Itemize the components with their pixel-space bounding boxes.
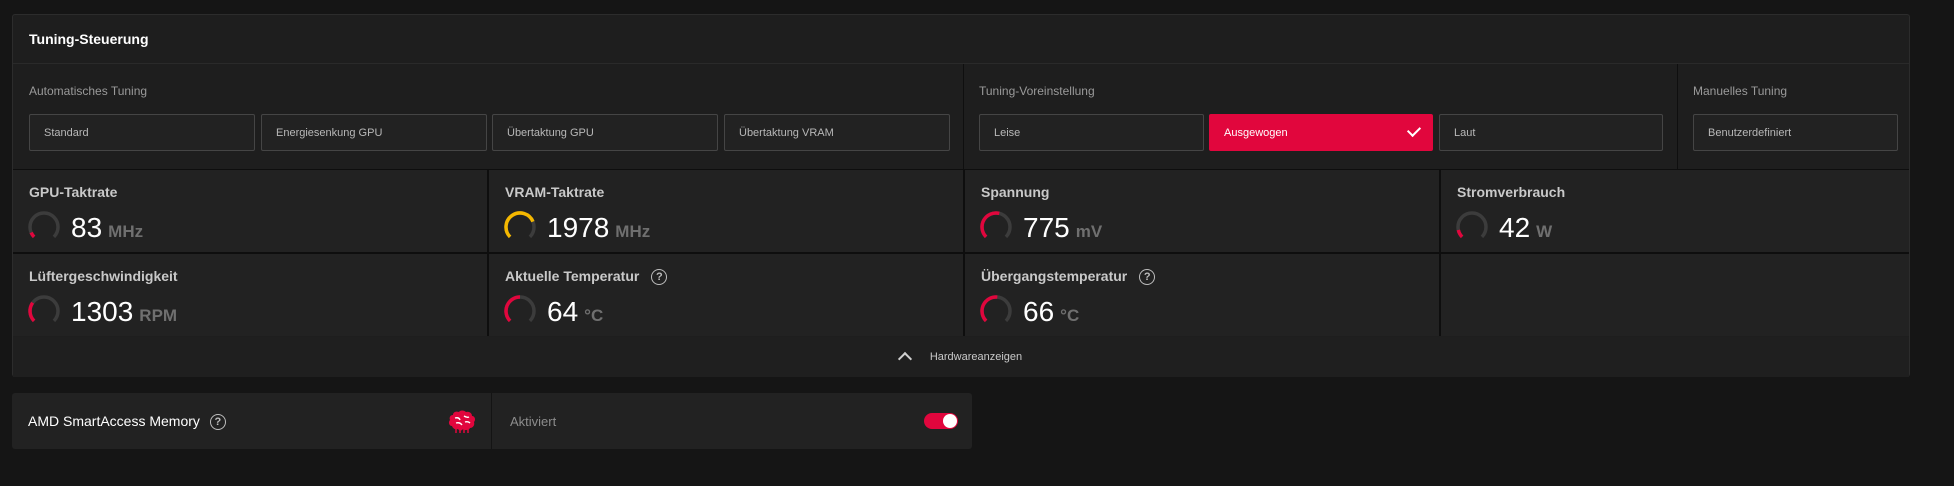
preset-balanced-label: Ausgewogen <box>1224 126 1288 139</box>
gauge-track <box>28 211 60 239</box>
preset-loud-button[interactable]: Laut <box>1439 114 1663 151</box>
auto-tuning-vram-overclock-button[interactable]: Übertaktung VRAM <box>724 114 950 151</box>
metric-label: Lüftergeschwindigkeit <box>29 268 178 284</box>
auto-tuning-power-save-button[interactable]: Energiesenkung GPU <box>261 114 487 151</box>
panel-title: Tuning-Steuerung <box>29 31 149 47</box>
checkmark-icon <box>1406 122 1422 138</box>
metric-label: Übergangstemperatur? <box>981 268 1156 286</box>
gauge-icon <box>504 295 536 323</box>
preset-label: Tuning-Voreinstellung <box>979 84 1095 98</box>
metric-value: 64 °C <box>547 296 604 327</box>
tuning-control-panel: Tuning-Steuerung Automatisches Tuning Tu… <box>12 14 1910 377</box>
smartaccess-memory-title: AMD SmartAccess Memory? <box>28 413 226 431</box>
gauge-icon <box>28 295 60 323</box>
divider <box>13 63 1909 64</box>
toggle-knob <box>943 414 957 428</box>
gauge-fill <box>504 211 535 239</box>
gauge-icon <box>980 295 1012 323</box>
metric-fan-speed: Lüftergeschwindigkeit 1303 RPM <box>13 254 487 336</box>
help-icon[interactable]: ? <box>1139 269 1156 286</box>
gauge-fill <box>1456 229 1464 239</box>
manual-tuning-label: Manuelles Tuning <box>1693 84 1788 98</box>
gauge-icon <box>28 211 60 239</box>
gauge-fill <box>980 295 998 323</box>
metric-value: 1303 RPM <box>71 296 178 327</box>
hardware-toggle-label: Hardwareanzeigen <box>929 351 1023 363</box>
gauge-icon <box>504 211 536 239</box>
gauge-icon <box>1456 211 1488 239</box>
metric-power: Stromverbrauch 42 W <box>1441 170 1909 252</box>
chevron-up-icon <box>897 351 912 367</box>
metric-gpu-clock: GPU-Taktrate 83 MHz <box>13 170 487 252</box>
help-icon[interactable]: ? <box>651 269 668 286</box>
gauge-fill <box>980 211 1000 239</box>
metric-label: Spannung <box>981 184 1050 200</box>
gauge-track <box>28 295 60 323</box>
metric-junction-temperature: Übergangstemperatur? 66 °C <box>965 254 1439 336</box>
gauge-fill <box>504 295 521 323</box>
preset-balanced-button[interactable]: Ausgewogen <box>1209 114 1433 151</box>
metric-value: 66 °C <box>1023 296 1080 327</box>
metric-label: VRAM-Taktrate <box>505 184 605 200</box>
gauge-track <box>1456 211 1488 239</box>
metric-current-temperature: Aktuelle Temperatur? 64 °C <box>489 254 963 336</box>
metric-value: 775 mV <box>1023 212 1103 243</box>
auto-tuning-label: Automatisches Tuning <box>29 84 148 98</box>
metric-label: Stromverbrauch <box>1457 184 1566 200</box>
metric-voltage: Spannung 775 mV <box>965 170 1439 252</box>
auto-tuning-gpu-overclock-button[interactable]: Übertaktung GPU <box>492 114 718 151</box>
brain-icon <box>448 410 476 433</box>
smartaccess-memory-header: AMD SmartAccess Memory? <box>12 393 492 449</box>
metric-empty-cell <box>1441 254 1909 336</box>
divider <box>963 64 964 169</box>
preset-quiet-button[interactable]: Leise <box>979 114 1204 151</box>
auto-tuning-standard-button[interactable]: Standard <box>29 114 255 151</box>
metric-vram-clock: VRAM-Taktrate 1978 MHz <box>489 170 963 252</box>
metric-value: 1978 MHz <box>547 212 651 243</box>
metric-label: Aktuelle Temperatur? <box>505 268 668 286</box>
help-icon[interactable]: ? <box>209 414 226 431</box>
smartaccess-memory-status: Aktiviert <box>510 414 557 429</box>
hardware-toggle-button[interactable]: Hardwareanzeigen <box>13 337 1909 377</box>
gauge-icon <box>980 211 1012 239</box>
smartaccess-memory-toggle[interactable] <box>924 413 958 429</box>
divider <box>1677 64 1678 169</box>
gauge-fill <box>28 301 36 323</box>
smartaccess-memory-row: AMD SmartAccess Memory? Aktiviert <box>12 393 972 449</box>
gauge-fill <box>29 231 36 239</box>
metric-value: 83 MHz <box>71 212 144 243</box>
metric-value: 42 W <box>1499 212 1553 243</box>
manual-custom-button[interactable]: Benutzerdefiniert <box>1693 114 1898 151</box>
metric-label: GPU-Taktrate <box>29 184 118 200</box>
